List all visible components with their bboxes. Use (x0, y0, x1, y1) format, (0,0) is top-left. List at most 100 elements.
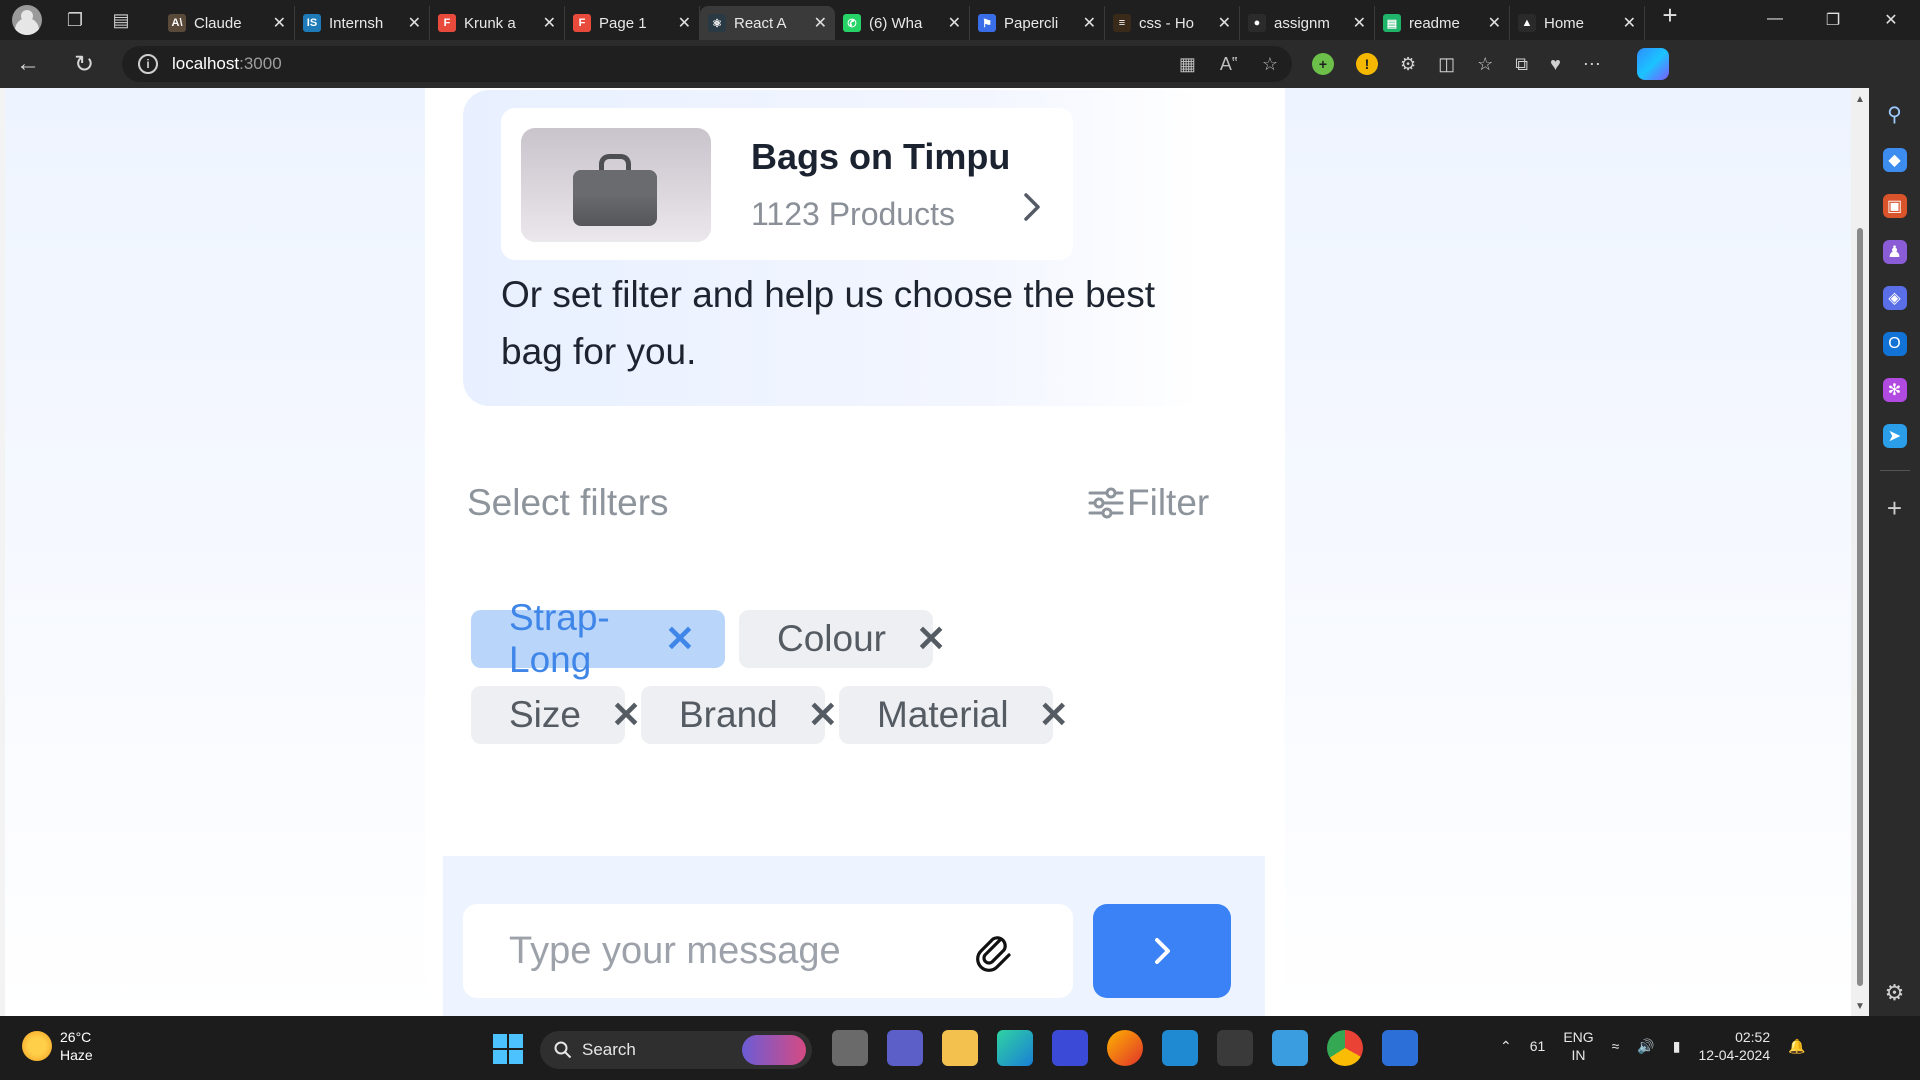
edge-icon[interactable] (997, 1030, 1033, 1066)
browser-tab[interactable]: ≡ css - Ho ✕ (1105, 6, 1240, 40)
linear-app-icon[interactable] (1052, 1030, 1088, 1066)
scrollbar-thumb[interactable] (1857, 228, 1863, 986)
close-tab-icon[interactable]: ✕ (948, 13, 961, 33)
remove-chip-icon[interactable]: ✕ (665, 618, 695, 660)
close-tab-icon[interactable]: ✕ (273, 13, 286, 33)
read-aloud-icon[interactable]: A‟ (1220, 54, 1238, 75)
start-button-icon[interactable] (493, 1034, 523, 1064)
notification-bell-icon[interactable]: 🔔 (1788, 1038, 1805, 1055)
more-menu-icon[interactable]: ⋯ (1583, 54, 1601, 75)
volume-icon[interactable]: 🔊 (1637, 1038, 1654, 1055)
refresh-icon[interactable]: ↻ (56, 50, 112, 79)
browser-tab[interactable]: IS Internsh ✕ (295, 6, 430, 40)
app-available-icon[interactable]: ▦ (1179, 54, 1196, 75)
close-tab-icon[interactable]: ✕ (408, 13, 421, 33)
close-tab-icon[interactable]: ✕ (814, 13, 827, 33)
filter-chip-colour[interactable]: Colour ✕ (739, 610, 946, 668)
file-explorer-icon[interactable] (942, 1030, 978, 1066)
sidebar-add-icon[interactable]: + (1887, 493, 1902, 524)
sidebar-search-icon[interactable]: ⚲ (1883, 102, 1907, 126)
browser-tab[interactable]: ⚛ React A ✕ (700, 6, 835, 40)
lang-line2: IN (1571, 1047, 1586, 1063)
back-icon[interactable]: ← (0, 50, 56, 78)
extension-yellow-icon[interactable]: ! (1356, 53, 1378, 75)
browser-tab[interactable]: F Page 1 ✕ (565, 6, 700, 40)
browser-tab[interactable]: ● assignm ✕ (1240, 6, 1375, 40)
browser-tab[interactable]: ▲ Home ✕ (1510, 6, 1645, 40)
whatsapp-icon: ✆ (843, 14, 861, 32)
paperclip-icon[interactable] (973, 928, 1013, 974)
vscode-icon[interactable] (1162, 1030, 1198, 1066)
send-button[interactable] (1093, 904, 1231, 998)
close-tab-icon[interactable]: ✕ (1488, 13, 1501, 33)
filter-chip-brand[interactable]: Brand ✕ (641, 686, 838, 744)
extensions-icon[interactable]: ⚙ (1400, 54, 1416, 75)
scroll-down-icon[interactable]: ▼ (1855, 1001, 1865, 1012)
favorite-star-icon[interactable]: ☆ (1262, 54, 1278, 75)
new-tab-icon[interactable]: + (1645, 0, 1695, 40)
sidebar-m365-icon[interactable]: ◈ (1882, 286, 1907, 310)
product-category-card[interactable]: Bags on Timpu 1123 Products (501, 108, 1073, 260)
close-tab-icon[interactable]: ✕ (1083, 13, 1096, 33)
sidebar-outlook-icon[interactable]: O (1882, 332, 1907, 356)
close-tab-icon[interactable]: ✕ (1218, 13, 1231, 33)
sidebar-designer-icon[interactable]: ✻ (1882, 378, 1907, 402)
chevron-right-icon[interactable] (1019, 190, 1045, 224)
page-scrollbar[interactable]: ▲ ▼ (1851, 88, 1869, 1016)
scroll-up-icon[interactable]: ▲ (1855, 94, 1865, 105)
sidebar-drop-icon[interactable]: ➤ (1882, 424, 1907, 448)
remove-chip-icon[interactable]: ✕ (1039, 694, 1069, 736)
remove-chip-icon[interactable]: ✕ (611, 694, 641, 736)
browser-tab[interactable]: A\ Claude ✕ (160, 6, 295, 40)
sidebar-tools-icon[interactable]: ▣ (1882, 194, 1907, 218)
weather-widget[interactable]: 26°C Haze (22, 1028, 93, 1064)
browser-tab[interactable]: ✆ (6) Wha ✕ (835, 6, 970, 40)
copilot-icon[interactable] (1636, 48, 1669, 80)
drive-icon: ▲ (1518, 14, 1536, 32)
workspaces-icon[interactable]: ❐ (62, 10, 88, 31)
close-tab-icon[interactable]: ✕ (1353, 13, 1366, 33)
language-indicator[interactable]: ENG IN (1563, 1028, 1593, 1064)
sidebar-games-icon[interactable]: ♟ (1882, 240, 1907, 264)
remove-chip-icon[interactable]: ✕ (808, 694, 838, 736)
collections-icon[interactable]: ⧉ (1515, 54, 1528, 75)
clock[interactable]: 02:52 12-04-2024 (1699, 1028, 1771, 1064)
restore-icon[interactable]: ❐ (1804, 10, 1862, 30)
browser-tab[interactable]: F Krunk a ✕ (430, 6, 565, 40)
browser-essentials-icon[interactable]: ♥ (1550, 54, 1561, 75)
sidebar-settings-icon[interactable]: ⚙ (1885, 980, 1905, 1006)
battery-icon[interactable]: ▮ (1673, 1038, 1681, 1055)
wifi-icon[interactable]: ≈ (1612, 1038, 1620, 1054)
filter-chip-size[interactable]: Size ✕ (471, 686, 641, 744)
browser-tab[interactable]: ▤ readme ✕ (1375, 6, 1510, 40)
tab-title: React A (734, 14, 787, 32)
browser-tab[interactable]: ⚑ Papercli ✕ (970, 6, 1105, 40)
teams-icon[interactable] (887, 1030, 923, 1066)
taskbar-search[interactable]: Search (540, 1031, 812, 1069)
task-view-icon[interactable] (832, 1030, 868, 1066)
close-window-icon[interactable]: ✕ (1862, 10, 1920, 30)
filter-button[interactable]: Filter (1087, 482, 1209, 524)
tab-actions-icon[interactable]: ▤ (108, 10, 134, 31)
close-tab-icon[interactable]: ✕ (1623, 13, 1636, 33)
pycharm-icon[interactable] (1382, 1030, 1418, 1066)
split-screen-icon[interactable]: ◫ (1438, 54, 1455, 75)
remove-chip-icon[interactable]: ✕ (916, 618, 946, 660)
favorites-icon[interactable]: ☆ (1477, 54, 1493, 75)
chrome-icon[interactable] (1327, 1030, 1363, 1066)
terminal-icon[interactable] (1217, 1030, 1253, 1066)
filter-chip-strap-long[interactable]: Strap-Long ✕ (471, 597, 725, 680)
site-info-icon[interactable]: i (138, 54, 158, 74)
tray-number: 61 (1529, 1038, 1546, 1054)
address-bar[interactable]: i localhost:3000 ▦ A‟ ☆ (122, 46, 1292, 82)
notepad-icon[interactable] (1272, 1030, 1308, 1066)
firefox-icon[interactable] (1107, 1030, 1143, 1066)
extension-green-icon[interactable]: + (1312, 53, 1334, 75)
sidebar-shopping-icon[interactable]: ◆ (1882, 148, 1907, 172)
tray-overflow-icon[interactable]: ⌃ (1500, 1038, 1512, 1055)
close-tab-icon[interactable]: ✕ (678, 13, 691, 33)
profile-avatar[interactable] (12, 5, 42, 35)
minimize-icon[interactable]: — (1746, 10, 1804, 30)
close-tab-icon[interactable]: ✕ (543, 13, 556, 33)
filter-chip-material[interactable]: Material ✕ (839, 686, 1069, 744)
